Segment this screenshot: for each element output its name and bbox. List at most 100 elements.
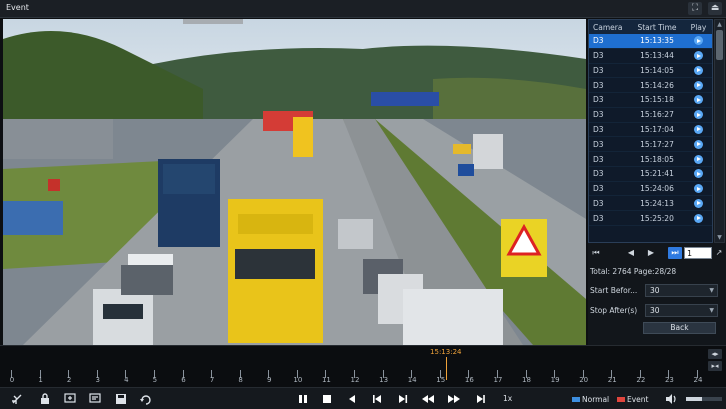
table-row[interactable]: D3 15:17:04 xyxy=(589,123,712,138)
table-row[interactable]: D3 15:17:27 xyxy=(589,137,712,153)
timeline-hour-label: 4 xyxy=(124,376,129,384)
table-row[interactable]: D3 15:13:35 xyxy=(589,34,712,49)
pause-icon[interactable] xyxy=(296,392,310,406)
timeline-hour-label: 19 xyxy=(550,376,560,384)
row-camera: D3 xyxy=(593,65,604,75)
camera-frame xyxy=(3,19,586,345)
playback-toolbar: 1x Normal Event xyxy=(0,387,726,409)
pager: ⏮ ◀ ▶ ⏭ ↗ xyxy=(588,245,726,261)
scroll-thumb[interactable] xyxy=(716,30,723,60)
last-page-icon[interactable]: ⏭ xyxy=(668,247,682,259)
timeline-hour-label: 11 xyxy=(321,376,331,384)
event-panel: Camera Start Time Play D3 15:13:35 D3 15:13… xyxy=(588,19,726,345)
play-icon[interactable] xyxy=(694,51,703,61)
row-camera: D3 xyxy=(593,169,604,179)
go-page-icon[interactable]: ↗ xyxy=(714,247,724,259)
play-icon[interactable] xyxy=(694,198,703,208)
row-start-time: 15:13:44 xyxy=(640,51,674,61)
tag-add-icon[interactable] xyxy=(63,392,77,406)
table-row[interactable]: D3 15:25:20 xyxy=(589,211,712,226)
play-icon[interactable] xyxy=(694,110,703,120)
rewind-icon[interactable] xyxy=(421,392,435,406)
lock-icon[interactable] xyxy=(38,392,52,406)
play-icon[interactable] xyxy=(694,154,703,164)
fast-forward-icon[interactable] xyxy=(447,392,461,406)
save-icon[interactable] xyxy=(114,392,128,406)
volume-icon[interactable] xyxy=(664,392,678,406)
timeline-hour-label: 21 xyxy=(607,376,617,384)
timeline-hour-label: 24 xyxy=(693,376,703,384)
play-icon[interactable] xyxy=(694,80,703,90)
step-back-icon[interactable] xyxy=(345,392,359,406)
table-row[interactable]: D3 15:16:27 xyxy=(589,108,712,123)
prev-page-icon[interactable]: ◀ xyxy=(624,247,638,259)
rotate-icon[interactable] xyxy=(139,392,153,406)
stop-after-select[interactable]: 30 ▼ xyxy=(645,304,718,317)
play-icon[interactable] xyxy=(694,65,703,75)
scroll-down-icon[interactable]: ▼ xyxy=(716,234,723,241)
table-row[interactable]: D3 15:15:18 xyxy=(589,93,712,108)
table-row[interactable]: D3 15:18:05 xyxy=(589,152,712,167)
page-number-input[interactable] xyxy=(684,247,712,259)
step-forward-icon[interactable] xyxy=(473,392,487,406)
play-icon[interactable] xyxy=(694,36,703,46)
timeline-hour-label: 1 xyxy=(38,376,43,384)
row-camera: D3 xyxy=(593,154,604,164)
row-play-cell xyxy=(685,51,712,61)
next-page-icon[interactable]: ▶ xyxy=(644,247,658,259)
play-icon[interactable] xyxy=(694,95,703,105)
timeline-hour-label: 20 xyxy=(579,376,589,384)
play-icon[interactable] xyxy=(694,169,703,179)
play-icon[interactable] xyxy=(694,124,703,134)
header-play: Play xyxy=(690,22,707,32)
header-start-time: Start Time xyxy=(637,22,677,32)
video-playback-area[interactable] xyxy=(3,19,586,345)
scroll-up-icon[interactable]: ▲ xyxy=(716,21,723,28)
row-start-time: 15:16:27 xyxy=(640,110,674,120)
summary-total: Total: 2764 Page:28/28 xyxy=(590,267,677,276)
play-icon[interactable] xyxy=(694,139,703,149)
table-row[interactable]: D3 15:13:44 xyxy=(589,49,712,64)
zoom-in-icon[interactable]: ◂▸ xyxy=(708,349,722,359)
timeline-hour-label: 6 xyxy=(181,376,186,384)
row-start-time: 15:18:05 xyxy=(640,154,674,164)
frame-back-icon[interactable] xyxy=(370,392,384,406)
row-play-cell xyxy=(685,80,712,90)
volume-slider[interactable] xyxy=(686,397,722,401)
zoom-out-icon[interactable]: ▸◂ xyxy=(708,361,722,371)
stop-icon[interactable] xyxy=(320,392,334,406)
table-row[interactable]: D3 15:14:05 xyxy=(589,64,712,79)
play-icon[interactable] xyxy=(694,184,703,194)
play-icon[interactable] xyxy=(694,213,703,223)
row-play-cell xyxy=(685,65,712,75)
timeline[interactable]: 15:13:24 0 1 2 3 4 5 6 7 8 9 10 11 12 13 14 15 16 17 18 19 2… xyxy=(0,345,726,387)
table-row[interactable]: D3 15:24:13 xyxy=(589,196,712,212)
row-start-time: 15:14:26 xyxy=(640,80,674,90)
back-button[interactable]: Back xyxy=(643,322,716,334)
tag-list-icon[interactable] xyxy=(88,392,102,406)
table-row[interactable]: D3 15:21:41 xyxy=(589,167,712,182)
timeline-hour-label: 15 xyxy=(436,376,446,384)
first-page-icon[interactable]: ⏮ xyxy=(589,247,603,259)
frame-forward-icon[interactable] xyxy=(396,392,410,406)
fullscreen-button[interactable]: ⛶ xyxy=(688,2,702,15)
volume-level xyxy=(686,397,703,401)
table-row[interactable]: D3 15:24:06 xyxy=(589,182,712,197)
row-start-time: 15:21:41 xyxy=(640,169,674,179)
timeline-cursor[interactable] xyxy=(446,357,448,380)
table-row[interactable]: D3 15:14:26 xyxy=(589,78,712,94)
row-play-cell xyxy=(685,184,712,194)
clip-icon[interactable] xyxy=(10,392,24,406)
list-scrollbar[interactable]: ▲ ▼ xyxy=(714,19,725,243)
stop-after-row: Stop After(s) 30 ▼ xyxy=(590,304,724,317)
timeline-hour-label: 8 xyxy=(238,376,243,384)
start-before-select[interactable]: 30 ▼ xyxy=(645,284,718,297)
timeline-track[interactable]: 15:13:24 0 1 2 3 4 5 6 7 8 9 10 11 12 13 14 15 16 17 18 19 2… xyxy=(5,346,705,384)
window-title: Event xyxy=(6,3,29,12)
row-start-time: 15:14:05 xyxy=(640,65,674,75)
row-play-cell xyxy=(685,169,712,179)
timeline-hour-label: 9 xyxy=(267,376,272,384)
exit-button[interactable]: ⏏ xyxy=(708,2,722,15)
timeline-hour-label: 2 xyxy=(66,376,72,384)
row-start-time: 15:17:27 xyxy=(640,139,674,149)
